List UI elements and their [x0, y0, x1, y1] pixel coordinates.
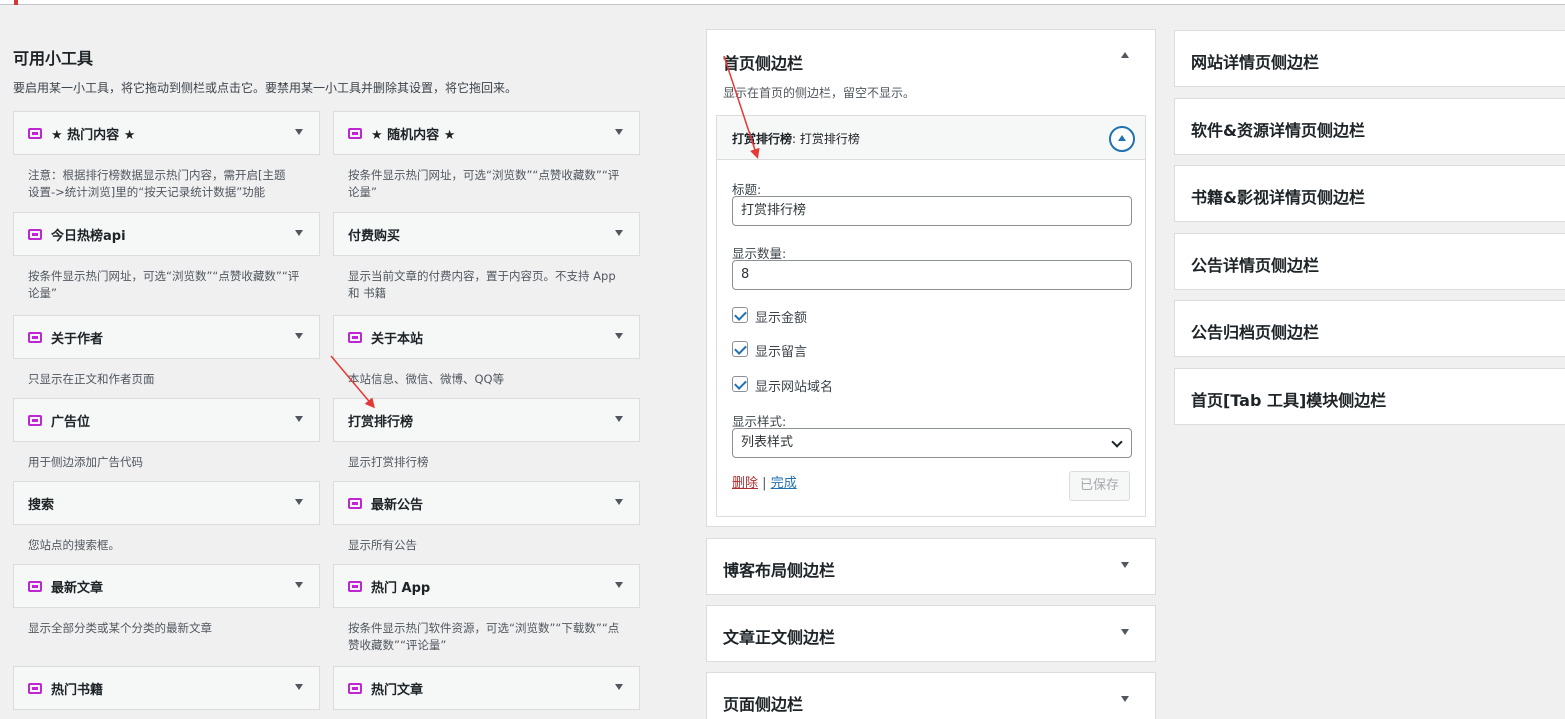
annotation-arrow-2 — [330, 355, 375, 409]
annotation-arrows — [330, 55, 760, 409]
annotation-arrow-1 — [723, 55, 760, 159]
